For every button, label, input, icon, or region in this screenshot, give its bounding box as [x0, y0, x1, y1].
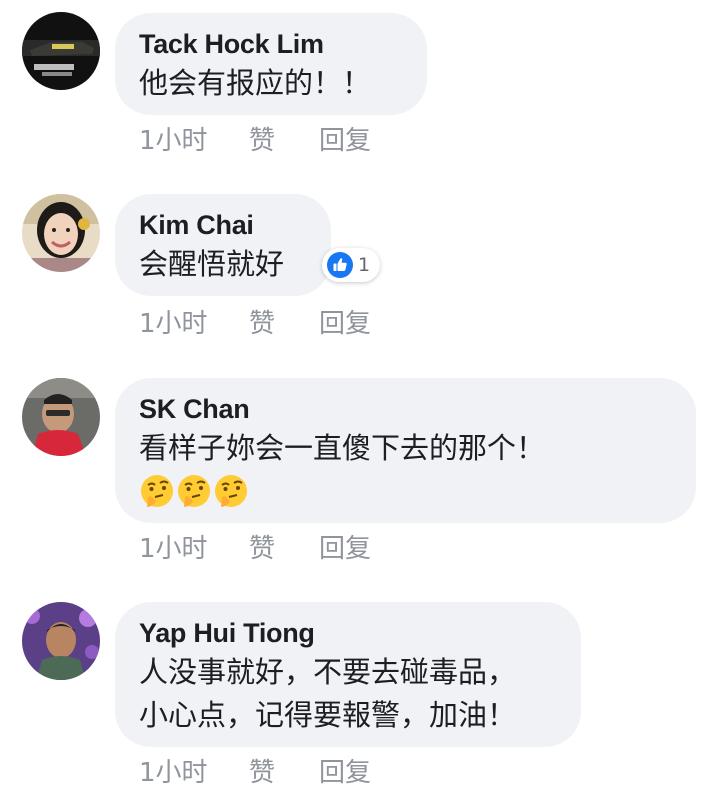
avatar[interactable]: [22, 194, 100, 272]
timestamp-link[interactable]: 1小时: [139, 528, 208, 565]
reply-button[interactable]: 回复: [319, 752, 371, 789]
comment-bubble: Kim Chai 会醒悟就好: [115, 194, 331, 296]
author-name[interactable]: SK Chan: [139, 392, 670, 426]
avatar-image: [22, 12, 100, 90]
avatar-image: [22, 602, 100, 680]
comment-bubble: SK Chan 看样子妳会一直傻下去的那个！: [115, 378, 696, 523]
timestamp-link[interactable]: 1小时: [139, 120, 208, 157]
avatar[interactable]: [22, 12, 100, 90]
timestamp-link[interactable]: 1小时: [139, 303, 208, 340]
like-button[interactable]: 赞: [249, 120, 275, 157]
thinking-face-icon: [215, 475, 247, 507]
avatar[interactable]: [22, 378, 100, 456]
reply-button[interactable]: 回复: [319, 303, 371, 340]
reaction-badge[interactable]: 1: [322, 248, 381, 282]
comment-text: 看样子妳会一直傻下去的那个！: [139, 431, 546, 465]
thumbs-up-icon: [327, 252, 353, 278]
comment-text-line: 人没事就好，不要去碰毒品，: [139, 655, 517, 689]
author-name[interactable]: Yap Hui Tiong: [139, 616, 555, 650]
thinking-face-icon: [141, 475, 173, 507]
avatar[interactable]: [22, 602, 100, 680]
avatar-image: [22, 194, 100, 272]
like-button[interactable]: 赞: [249, 303, 275, 340]
reply-button[interactable]: 回复: [319, 120, 371, 157]
avatar-image: [22, 378, 100, 456]
reply-button[interactable]: 回复: [319, 528, 371, 565]
like-button[interactable]: 赞: [249, 752, 275, 789]
author-name[interactable]: Kim Chai: [139, 208, 305, 242]
thinking-face-icon: [178, 475, 210, 507]
comment-bubble: Tack Hock Lim 他会有报应的！！: [115, 13, 427, 115]
comment-bubble: Yap Hui Tiong 人没事就好，不要去碰毒品， 小心点，记得要報警，加油…: [115, 602, 581, 747]
comment-text-line: 小心点，记得要報警，加油！: [139, 698, 517, 732]
author-name[interactable]: Tack Hock Lim: [139, 27, 401, 61]
comment-text: 会醒悟就好: [139, 247, 285, 281]
emoji-row: [139, 473, 670, 511]
comment-text: 他会有报应的！！: [139, 66, 372, 100]
reaction-count: 1: [358, 254, 371, 276]
timestamp-link[interactable]: 1小时: [139, 752, 208, 789]
like-button[interactable]: 赞: [249, 528, 275, 565]
